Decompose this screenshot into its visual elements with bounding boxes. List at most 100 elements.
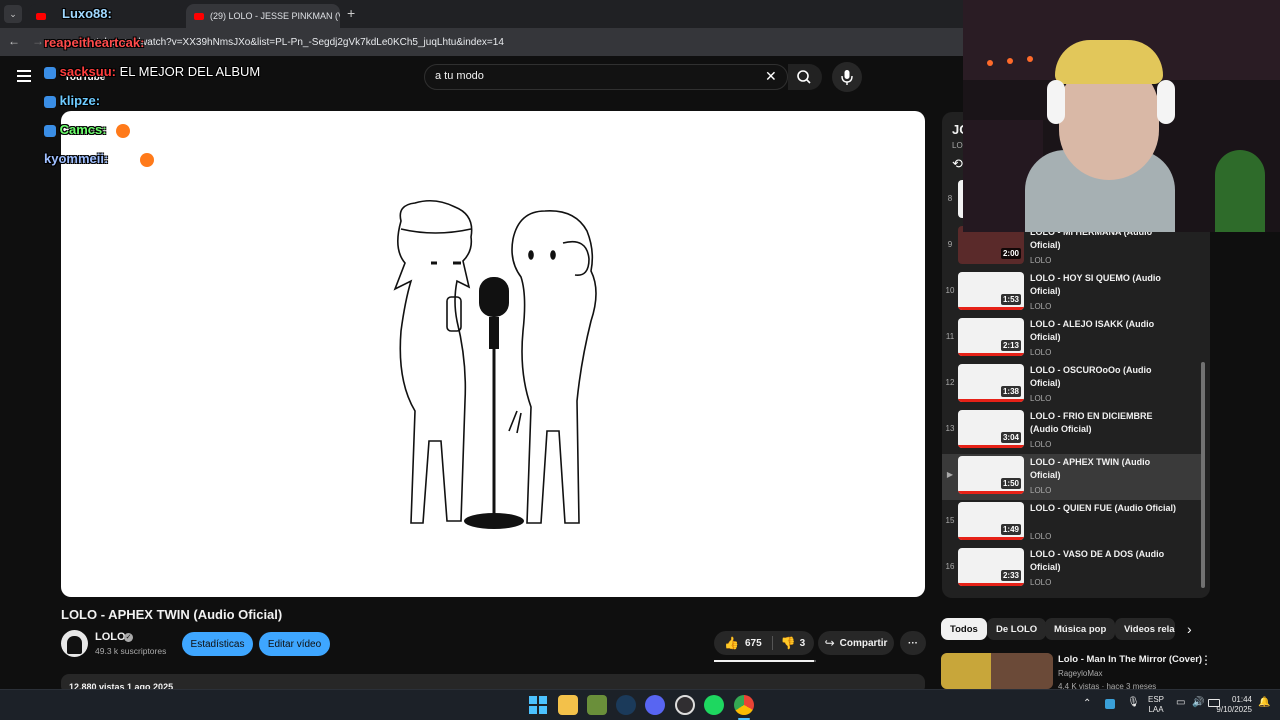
clock-date: 9/10/2025 — [1216, 705, 1252, 714]
clear-search-icon[interactable]: ✕ — [765, 68, 777, 85]
playlist-item-thumbnail: 3:04 — [958, 410, 1024, 448]
chat-badge-icon — [44, 66, 56, 79]
playlist-item-number: 10 — [945, 286, 955, 295]
youtube-tab-icon — [36, 12, 46, 20]
windows-start-icon[interactable] — [528, 695, 548, 715]
clock[interactable]: 01:44 9/10/2025 — [1214, 695, 1252, 715]
tab-active[interactable]: (29) LOLO - JESSE PINKMAN (V ✕ — [186, 4, 340, 28]
chat-badge-icon — [44, 95, 56, 108]
chevron-right-icon[interactable]: › — [1187, 621, 1192, 637]
playlist-item-channel: LOLO — [1030, 394, 1052, 403]
chip-all[interactable]: Todos — [941, 618, 987, 640]
keyboard-layout: LAA — [1148, 705, 1164, 714]
game-app-icon[interactable] — [587, 695, 607, 715]
playlist-item-channel: LOLO — [1030, 532, 1052, 541]
like-bar — [714, 660, 816, 662]
chip-pop-music[interactable]: Música pop — [1045, 618, 1116, 640]
chip-from-channel[interactable]: De LOLO — [987, 618, 1047, 640]
microphone-icon — [841, 70, 853, 85]
playlist-item-number: 15 — [945, 516, 955, 525]
like-count[interactable]: 675 — [745, 638, 762, 649]
video-player[interactable] — [61, 111, 925, 597]
recommendation-thumbnail[interactable] — [941, 653, 1053, 689]
chat-message: reapeitheartcak: — [44, 35, 144, 50]
playlist-item[interactable]: 15 1:49 LOLO - QUIEN FUE (Audio Oficial)… — [942, 500, 1204, 546]
loop-icon[interactable]: ⟲ — [952, 156, 963, 172]
channel-avatar[interactable] — [61, 630, 88, 657]
playlist-item-title: LOLO - VASO DE A DOS (Audio Oficial) — [1030, 549, 1165, 572]
chat-message: Camcs: — [44, 122, 131, 138]
forward-arrow-icon[interactable]: → — [32, 34, 44, 48]
language-code: ESP — [1148, 695, 1165, 704]
spotify-icon[interactable] — [704, 695, 724, 715]
playlist-item[interactable]: 13 3:04 LOLO - FRIO EN DICIEMBRE (Audio … — [942, 408, 1204, 454]
chat-username: reapeitheartcak: — [44, 35, 145, 50]
video-frame-illustration — [393, 199, 597, 529]
thumbs-up-icon[interactable]: 👍 — [724, 636, 739, 650]
search-box[interactable]: a tu modo ✕ — [424, 64, 788, 90]
voice-search-button[interactable] — [832, 62, 862, 92]
obs-icon[interactable] — [675, 695, 695, 715]
chrome-icon[interactable] — [734, 695, 754, 715]
duration-badge: 3:04 — [1000, 432, 1021, 443]
playlist-item-thumbnail: 1:50 — [958, 456, 1024, 494]
duration-badge: 1:38 — [1000, 386, 1021, 397]
playlist-item[interactable]: 12 1:38 LOLO - OSCUROoOo (Audio Oficial)… — [942, 362, 1204, 408]
file-explorer-icon[interactable] — [558, 695, 578, 715]
chat-username: sacksuu: — [59, 64, 116, 79]
chip-related[interactable]: Videos relac — [1115, 618, 1175, 640]
playlist-scrollbar[interactable] — [1201, 362, 1205, 588]
playlist-item[interactable]: 10 1:53 LOLO - HOY SI QUEMO (Audio Ofici… — [942, 270, 1204, 316]
notification-bell-icon[interactable]: 🔔 — [1258, 698, 1270, 708]
language-indicator[interactable]: ESP LAA — [1148, 695, 1164, 715]
new-tab-button[interactable]: + — [347, 5, 355, 21]
edit-video-button[interactable]: Editar vídeo — [259, 632, 330, 656]
thumbs-down-icon[interactable]: 👎 — [781, 636, 796, 650]
menu-icon[interactable] — [17, 70, 31, 82]
playlist-item-number: 8 — [947, 194, 953, 203]
back-arrow-icon[interactable]: ← — [8, 34, 20, 48]
duration-badge: 1:53 — [1000, 294, 1021, 305]
stats-button[interactable]: Estadísticas — [182, 632, 253, 656]
microphone-tray-icon[interactable]: 🎙 — [1127, 698, 1140, 708]
kebab-menu-icon[interactable]: ⋮ — [1200, 653, 1212, 667]
tray-app-icon[interactable] — [1105, 699, 1115, 709]
recommendation-title[interactable]: Lolo - Man In The Mirror (Cover) — [1058, 654, 1202, 665]
search-input[interactable]: a tu modo — [435, 70, 484, 82]
search-button[interactable] — [788, 64, 822, 90]
duration-badge: 1:49 — [1000, 524, 1021, 535]
chat-message: kyommeii: — [44, 151, 154, 167]
playlist-item[interactable]: 11 2:13 LOLO - ALEJO ISAKK (Audio Oficia… — [942, 316, 1204, 362]
share-button[interactable]: ↪ Compartir — [818, 631, 894, 655]
video-title: LOLO - APHEX TWIN (Audio Oficial) — [61, 607, 283, 622]
network-icon[interactable]: ▭ — [1176, 698, 1185, 708]
channel-name[interactable]: LOLO — [95, 631, 126, 643]
recommendation-channel[interactable]: RageyloMax — [1058, 669, 1102, 678]
playlist-item-current[interactable]: ▶ 1:50 LOLO - APHEX TWIN (Audio Oficial)… — [942, 454, 1204, 500]
chat-message: Luxo88: — [62, 6, 112, 21]
playlist-item-title: LOLO - FRIO EN DICIEMBRE (Audio Oficial) — [1030, 411, 1153, 434]
webcam-overlay — [963, 0, 1280, 232]
volume-icon[interactable]: 🔊 — [1192, 698, 1204, 708]
playlist-item-number: 12 — [945, 378, 955, 387]
dislike-count[interactable]: 3 — [800, 638, 806, 649]
pumpkin-emote-icon — [116, 123, 131, 138]
share-icon: ↪ — [824, 636, 835, 650]
now-playing-icon: ▶ — [946, 470, 954, 479]
url-field[interactable]: youtube.com/watch?v=XX39hNmsJXo&list=PL-… — [80, 34, 940, 52]
duration-badge: 2:13 — [1000, 340, 1021, 351]
chat-username: klipze: — [59, 93, 101, 108]
playlist-item-channel: LOLO — [1030, 440, 1052, 449]
playlist-item-thumbnail: 2:13 — [958, 318, 1024, 356]
duration-badge: 2:00 — [1000, 248, 1021, 259]
chat-username: kyommeii: — [44, 151, 109, 166]
discord-icon[interactable] — [645, 695, 665, 715]
more-actions-button[interactable]: ··· — [900, 631, 926, 655]
playlist-item-number: 16 — [945, 562, 955, 571]
tab-list-dropdown[interactable]: ⌄ — [4, 5, 22, 23]
playlist-item[interactable]: 16 2:33 LOLO - VASO DE A DOS (Audio Ofic… — [942, 546, 1204, 592]
steam-icon[interactable] — [616, 695, 636, 715]
playlist-item-channel: LOLO — [1030, 302, 1052, 311]
tray-overflow-icon[interactable]: ⌃ — [1083, 699, 1091, 709]
chat-username: Luxo88: — [62, 6, 112, 21]
